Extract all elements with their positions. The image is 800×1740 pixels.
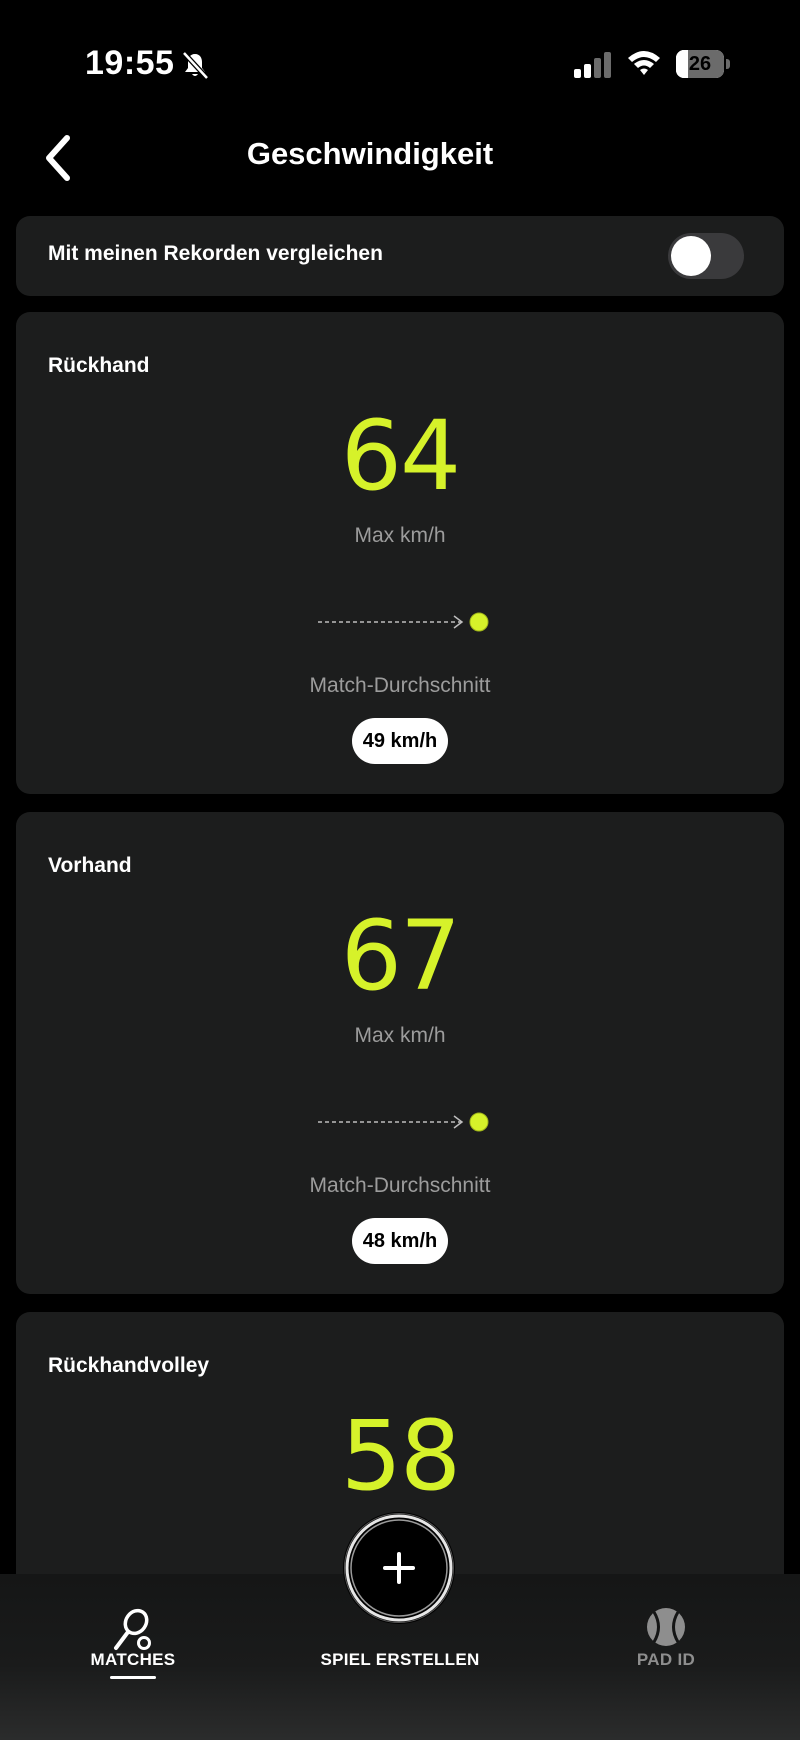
max-speed-value: 58 (340, 1400, 461, 1512)
wifi-icon (628, 51, 660, 75)
header: Geschwindigkeit (0, 110, 800, 200)
toggle-knob (671, 236, 711, 276)
create-match-button[interactable] (343, 1512, 455, 1624)
max-speed-value: 64 (340, 400, 461, 512)
tab-label: SPIEL ERSTELLEN (320, 1650, 480, 1669)
tab-pad-id[interactable]: PAD ID (566, 1574, 766, 1714)
card-title: Rückhand (48, 354, 150, 377)
stat-card-vorhand: Vorhand 67 Max km/h Match-Durchschnitt 4… (16, 812, 784, 1294)
match-average-badge: 49 km/h (352, 718, 448, 764)
match-average-badge: 48 km/h (352, 1218, 448, 1264)
card-title: Vorhand (48, 854, 132, 877)
match-average-label: Match-Durchschnitt (309, 674, 491, 697)
match-average-label: Match-Durchschnitt (309, 1174, 491, 1197)
tab-matches[interactable]: MATCHES (33, 1574, 233, 1714)
bell-slash-icon (182, 51, 209, 80)
card-title: Rückhandvolley (48, 1354, 210, 1377)
signal-icon (574, 52, 611, 78)
ball-trajectory-icon (318, 612, 489, 632)
status-bar: 19:55 26 (0, 0, 800, 110)
compare-records-toggle[interactable] (668, 233, 744, 279)
tab-label: PAD ID (636, 1650, 696, 1669)
compare-records-row: Mit meinen Rekorden vergleichen (16, 216, 784, 296)
racket-icon (114, 1608, 151, 1650)
battery-icon: 26 (676, 50, 730, 78)
ball-icon (647, 1608, 685, 1646)
tab-label: MATCHES (90, 1650, 176, 1669)
max-speed-value: 67 (340, 900, 461, 1012)
stat-card-rueckhand: Rückhand 64 Max km/h Match-Durchschnitt … (16, 312, 784, 794)
active-tab-indicator (110, 1676, 156, 1679)
status-time: 19:55 (85, 44, 175, 82)
compare-records-label: Mit meinen Rekorden vergleichen (48, 242, 383, 265)
battery-level: 26 (688, 53, 712, 75)
max-speed-unit: Max km/h (354, 524, 446, 547)
page-title: Geschwindigkeit (246, 136, 494, 171)
plus-icon (383, 1552, 415, 1584)
ball-trajectory-icon (318, 1112, 489, 1132)
max-speed-unit: Max km/h (354, 1024, 446, 1047)
